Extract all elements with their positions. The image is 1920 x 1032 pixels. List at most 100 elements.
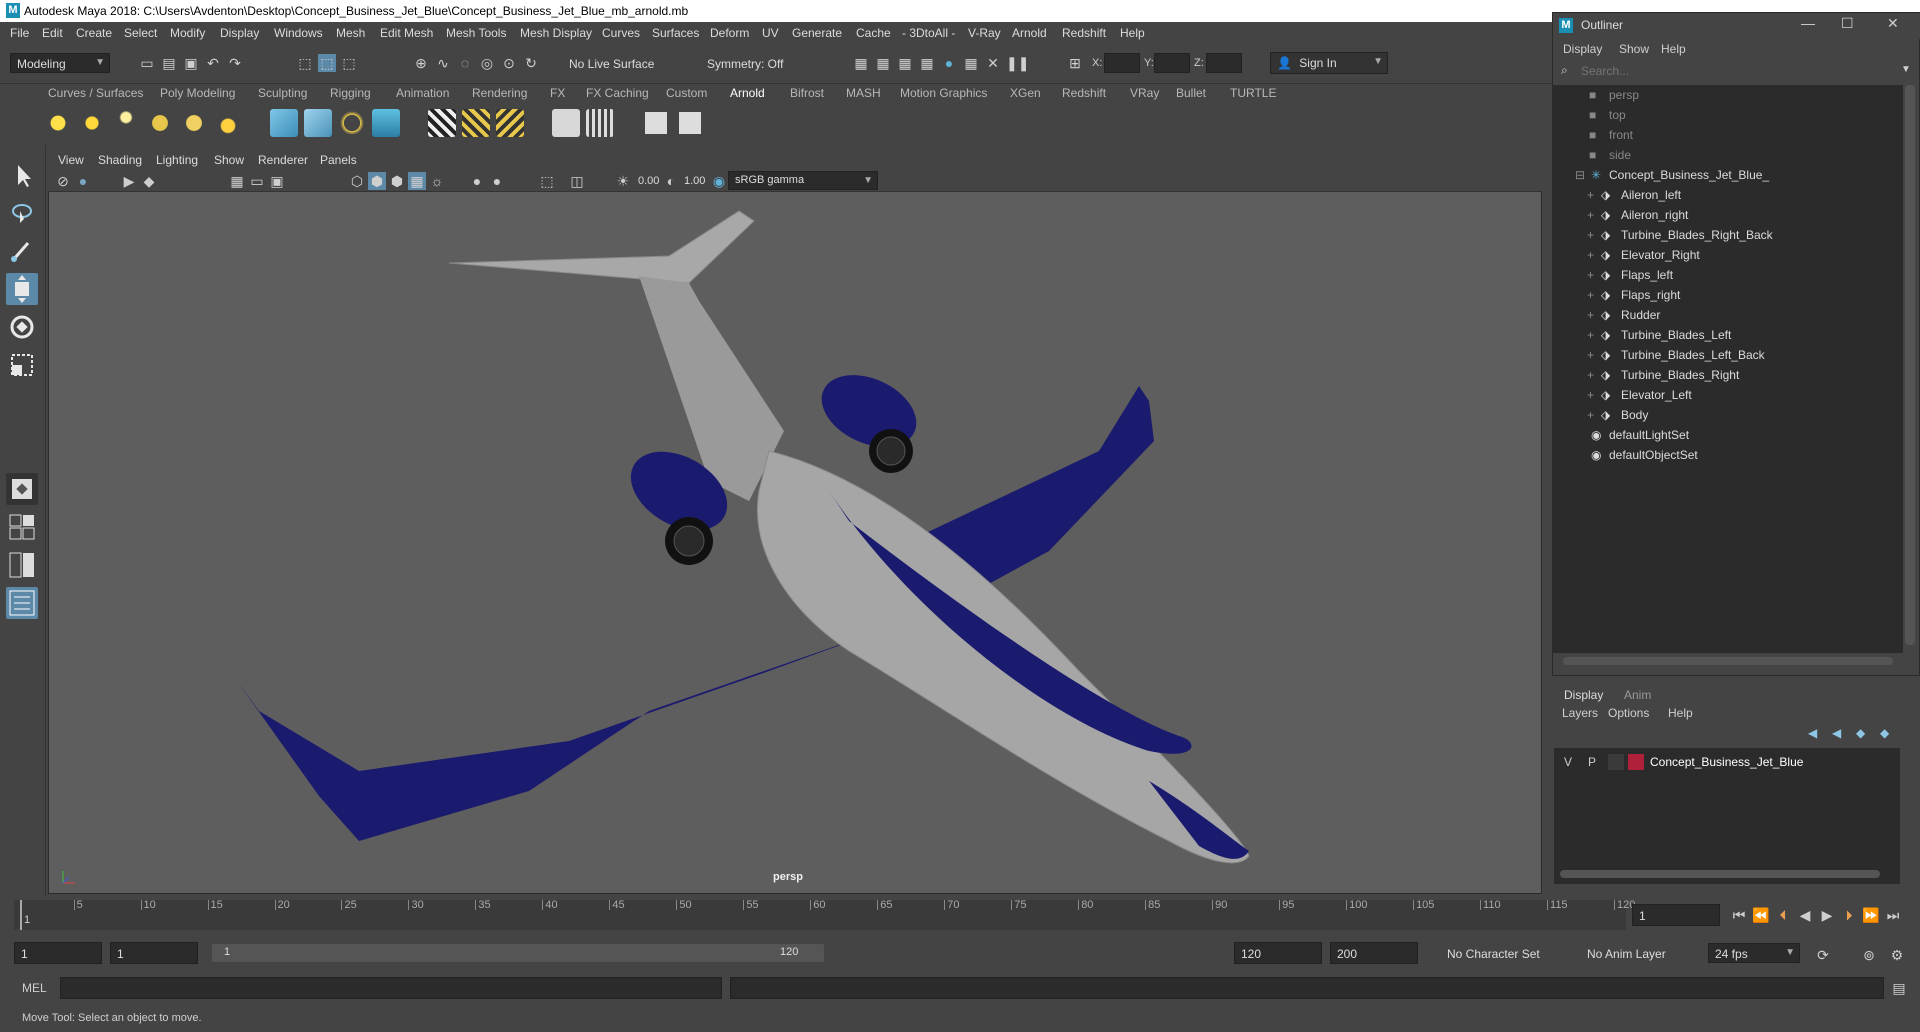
character-set-dropdown[interactable]: No Character Set [1440,943,1556,963]
outliner-vertical-scrollbar[interactable] [1905,85,1915,645]
go-to-end-icon[interactable]: ⏭ [1884,906,1902,924]
menu-vray[interactable]: V-Ray [968,26,1001,40]
shelf-tab-arnold[interactable]: Arnold [730,86,765,100]
current-time-marker[interactable] [20,900,22,930]
vp-menu-show[interactable]: Show [214,153,244,167]
volume-icon[interactable] [338,109,366,137]
render-play-icon[interactable] [676,109,704,137]
exposure-icon[interactable]: ☀ [614,172,632,190]
menu-create[interactable]: Create [76,26,112,40]
shadows-icon[interactable]: ● [468,172,486,190]
film-gate-icon[interactable]: ▭ [248,172,266,190]
render-settings-icon[interactable]: ▦ [918,54,936,72]
operator-icon[interactable] [586,109,614,137]
step-back-frame-icon[interactable]: ⏴ [1774,906,1792,924]
render-view-shelf-icon[interactable] [642,109,670,137]
tree-item-child[interactable]: + ⬗ Turbine_Blades_Left [1553,325,1893,345]
new-scene-icon[interactable]: ▭ [138,54,156,72]
open-scene-icon[interactable]: ▤ [160,54,178,72]
live-surface-field[interactable]: No Live Surface [562,53,662,73]
tree-item-child[interactable]: + ⬗ Rudder [1553,305,1893,325]
expand-icon[interactable]: + [1587,408,1594,422]
tree-item-child[interactable]: + ⬗ Turbine_Blades_Left_Back [1553,345,1893,365]
menu-redshift[interactable]: Redshift [1062,26,1106,40]
outliner-horizontal-scrollbar[interactable] [1563,657,1893,665]
tree-item-side[interactable]: ■ side [1553,145,1893,165]
layer-tab-anim[interactable]: Anim [1624,688,1651,702]
auto-key-icon[interactable]: ⊚ [1860,946,1878,964]
close-icon[interactable]: ✕ [1887,15,1899,32]
shelf-tab-rendering[interactable]: Rendering [472,86,527,100]
vp-menu-lighting[interactable]: Lighting [156,153,198,167]
playback-start-field[interactable]: 1 [110,942,198,964]
gamma-value[interactable]: 1.00 [684,175,705,187]
step-back-key-icon[interactable]: ⏪ [1752,906,1770,924]
play-forwards-icon[interactable]: ▶ [1818,906,1836,924]
pause-render-icon[interactable]: ❚❚ [1006,54,1029,72]
sign-in-button[interactable]: 👤 Sign In ▼ [1270,52,1388,74]
tree-item-set[interactable]: ◉ defaultLightSet [1553,425,1893,445]
anim-layer-dropdown[interactable]: No Anim Layer [1580,943,1684,963]
go-to-start-icon[interactable]: ⏮ [1730,906,1748,924]
minimize-icon[interactable]: — [1801,15,1815,31]
shelf-tab-xgen[interactable]: XGen [1010,86,1041,100]
menu-select[interactable]: Select [124,26,157,40]
snap-magnet-icon[interactable]: ↻ [522,54,540,72]
curvature-icon[interactable] [372,109,400,137]
scale-tool-icon[interactable] [6,349,38,381]
shelf-tab-bullet[interactable]: Bullet [1176,86,1206,100]
fps-dropdown[interactable]: 24 fps ▼ [1708,943,1800,963]
loop-icon[interactable]: ⟳ [1814,946,1832,964]
search-input[interactable] [1581,61,1901,81]
mel-label[interactable]: MEL [22,981,47,995]
expand-icon[interactable]: + [1587,328,1594,342]
play-backwards-icon[interactable]: ◀ [1796,906,1814,924]
tree-item-child[interactable]: + ⬗ Aileron_left [1553,185,1893,205]
camera-attributes-icon[interactable]: ▶ [120,172,138,190]
outliner-layout-icon[interactable] [6,587,38,619]
isolate-select-icon[interactable]: ⬚ [538,172,556,190]
vp-menu-view[interactable]: View [58,153,84,167]
menu-mesh[interactable]: Mesh [336,26,365,40]
tree-item-child[interactable]: + ⬗ Elevator_Left [1553,385,1893,405]
expand-icon[interactable]: + [1587,388,1594,402]
outliner-menu-help[interactable]: Help [1661,42,1686,56]
menu-generate[interactable]: Generate [792,26,842,40]
menu-deform[interactable]: Deform [710,26,749,40]
collapse-icon[interactable]: ⊟ [1575,168,1585,182]
tree-item-child[interactable]: + ⬗ Body [1553,405,1893,425]
command-input[interactable] [60,977,722,999]
xray-icon[interactable]: ◫ [568,172,586,190]
maximize-icon[interactable]: ☐ [1841,15,1854,32]
menu-surfaces[interactable]: Surfaces [652,26,699,40]
animation-end-field[interactable]: 200 [1330,942,1418,964]
expand-icon[interactable]: + [1587,288,1594,302]
undo-icon[interactable]: ↶ [204,54,222,72]
expand-icon[interactable]: + [1587,228,1594,242]
spot-light-icon[interactable] [112,109,140,137]
transform-mode-icon[interactable]: ⊞ [1066,54,1084,72]
script-editor-icon[interactable]: ▤ [1890,979,1908,997]
tree-item-child[interactable]: + ⬗ Flaps_left [1553,265,1893,285]
step-forward-key-icon[interactable]: ⏩ [1862,906,1880,924]
render-frame-icon[interactable]: ▦ [874,54,892,72]
current-frame-field[interactable]: 1 [1632,904,1720,926]
point-light-icon[interactable] [78,109,106,137]
layer-menu-layers[interactable]: Layers [1562,706,1598,720]
snap-curve-icon[interactable]: ∿ [434,54,452,72]
vp-menu-renderer[interactable]: Renderer [258,153,308,167]
playback-end-field[interactable]: 120 [1234,942,1322,964]
expand-icon[interactable]: + [1587,188,1594,202]
menu-cache[interactable]: Cache [856,26,891,40]
animation-start-field[interactable]: 1 [14,942,102,964]
menu-arnold[interactable]: Arnold [1012,26,1047,40]
expand-icon[interactable]: + [1587,348,1594,362]
vp-menu-panels[interactable]: Panels [320,153,357,167]
layer-row[interactable]: V P Concept_Business_Jet_Blue [1554,752,1900,772]
bookmarks-icon[interactable]: ◆ [140,172,158,190]
save-scene-icon[interactable]: ▣ [182,54,200,72]
snap-live-icon[interactable]: ⊙ [500,54,518,72]
time-slider[interactable]: 1 5 10 15 20 25 30 35 40 45 50 55 60 65 70 75 80 85 90 95 1… [0,896,1920,940]
tree-item-top[interactable]: ■ top [1553,105,1893,125]
two-view-layout-icon[interactable] [6,549,38,581]
